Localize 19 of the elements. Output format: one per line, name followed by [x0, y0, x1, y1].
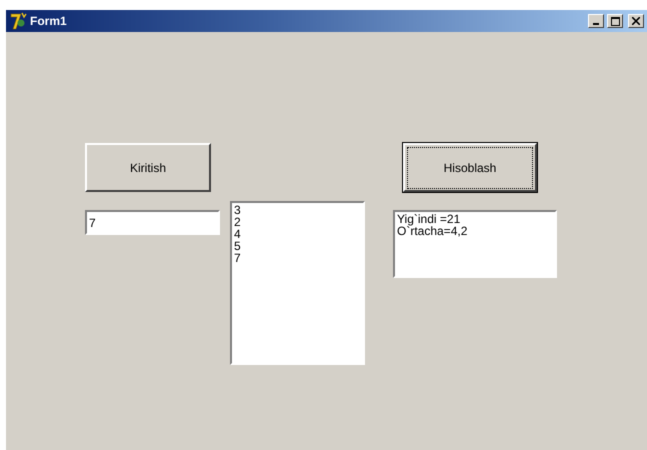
list-item[interactable]: 5: [234, 240, 361, 252]
close-button[interactable]: [628, 14, 644, 28]
list-item[interactable]: 4: [234, 228, 361, 240]
window-title: Form1: [30, 14, 68, 28]
list-item[interactable]: 2: [234, 216, 361, 228]
memo-line: Yig`indi =21: [397, 213, 462, 225]
app-icon: [9, 12, 27, 30]
memo-line: O`rtacha=4,2: [397, 225, 468, 237]
maximize-icon: [610, 16, 620, 26]
maximize-button[interactable]: [607, 14, 623, 28]
memo-box[interactable]: Yig`indi =21 O`rtacha=4,2: [393, 210, 557, 278]
close-icon: [632, 17, 640, 25]
list-item[interactable]: 7: [234, 252, 361, 264]
command-button[interactable]: Kiritish: [85, 143, 211, 192]
command-button[interactable]: Hisoblash: [403, 143, 537, 192]
list-box[interactable]: 3 2 4 5 7: [230, 201, 365, 365]
input-field[interactable]: 7: [85, 210, 220, 235]
minimize-button[interactable]: [588, 14, 604, 28]
list-item[interactable]: 3: [234, 204, 361, 216]
